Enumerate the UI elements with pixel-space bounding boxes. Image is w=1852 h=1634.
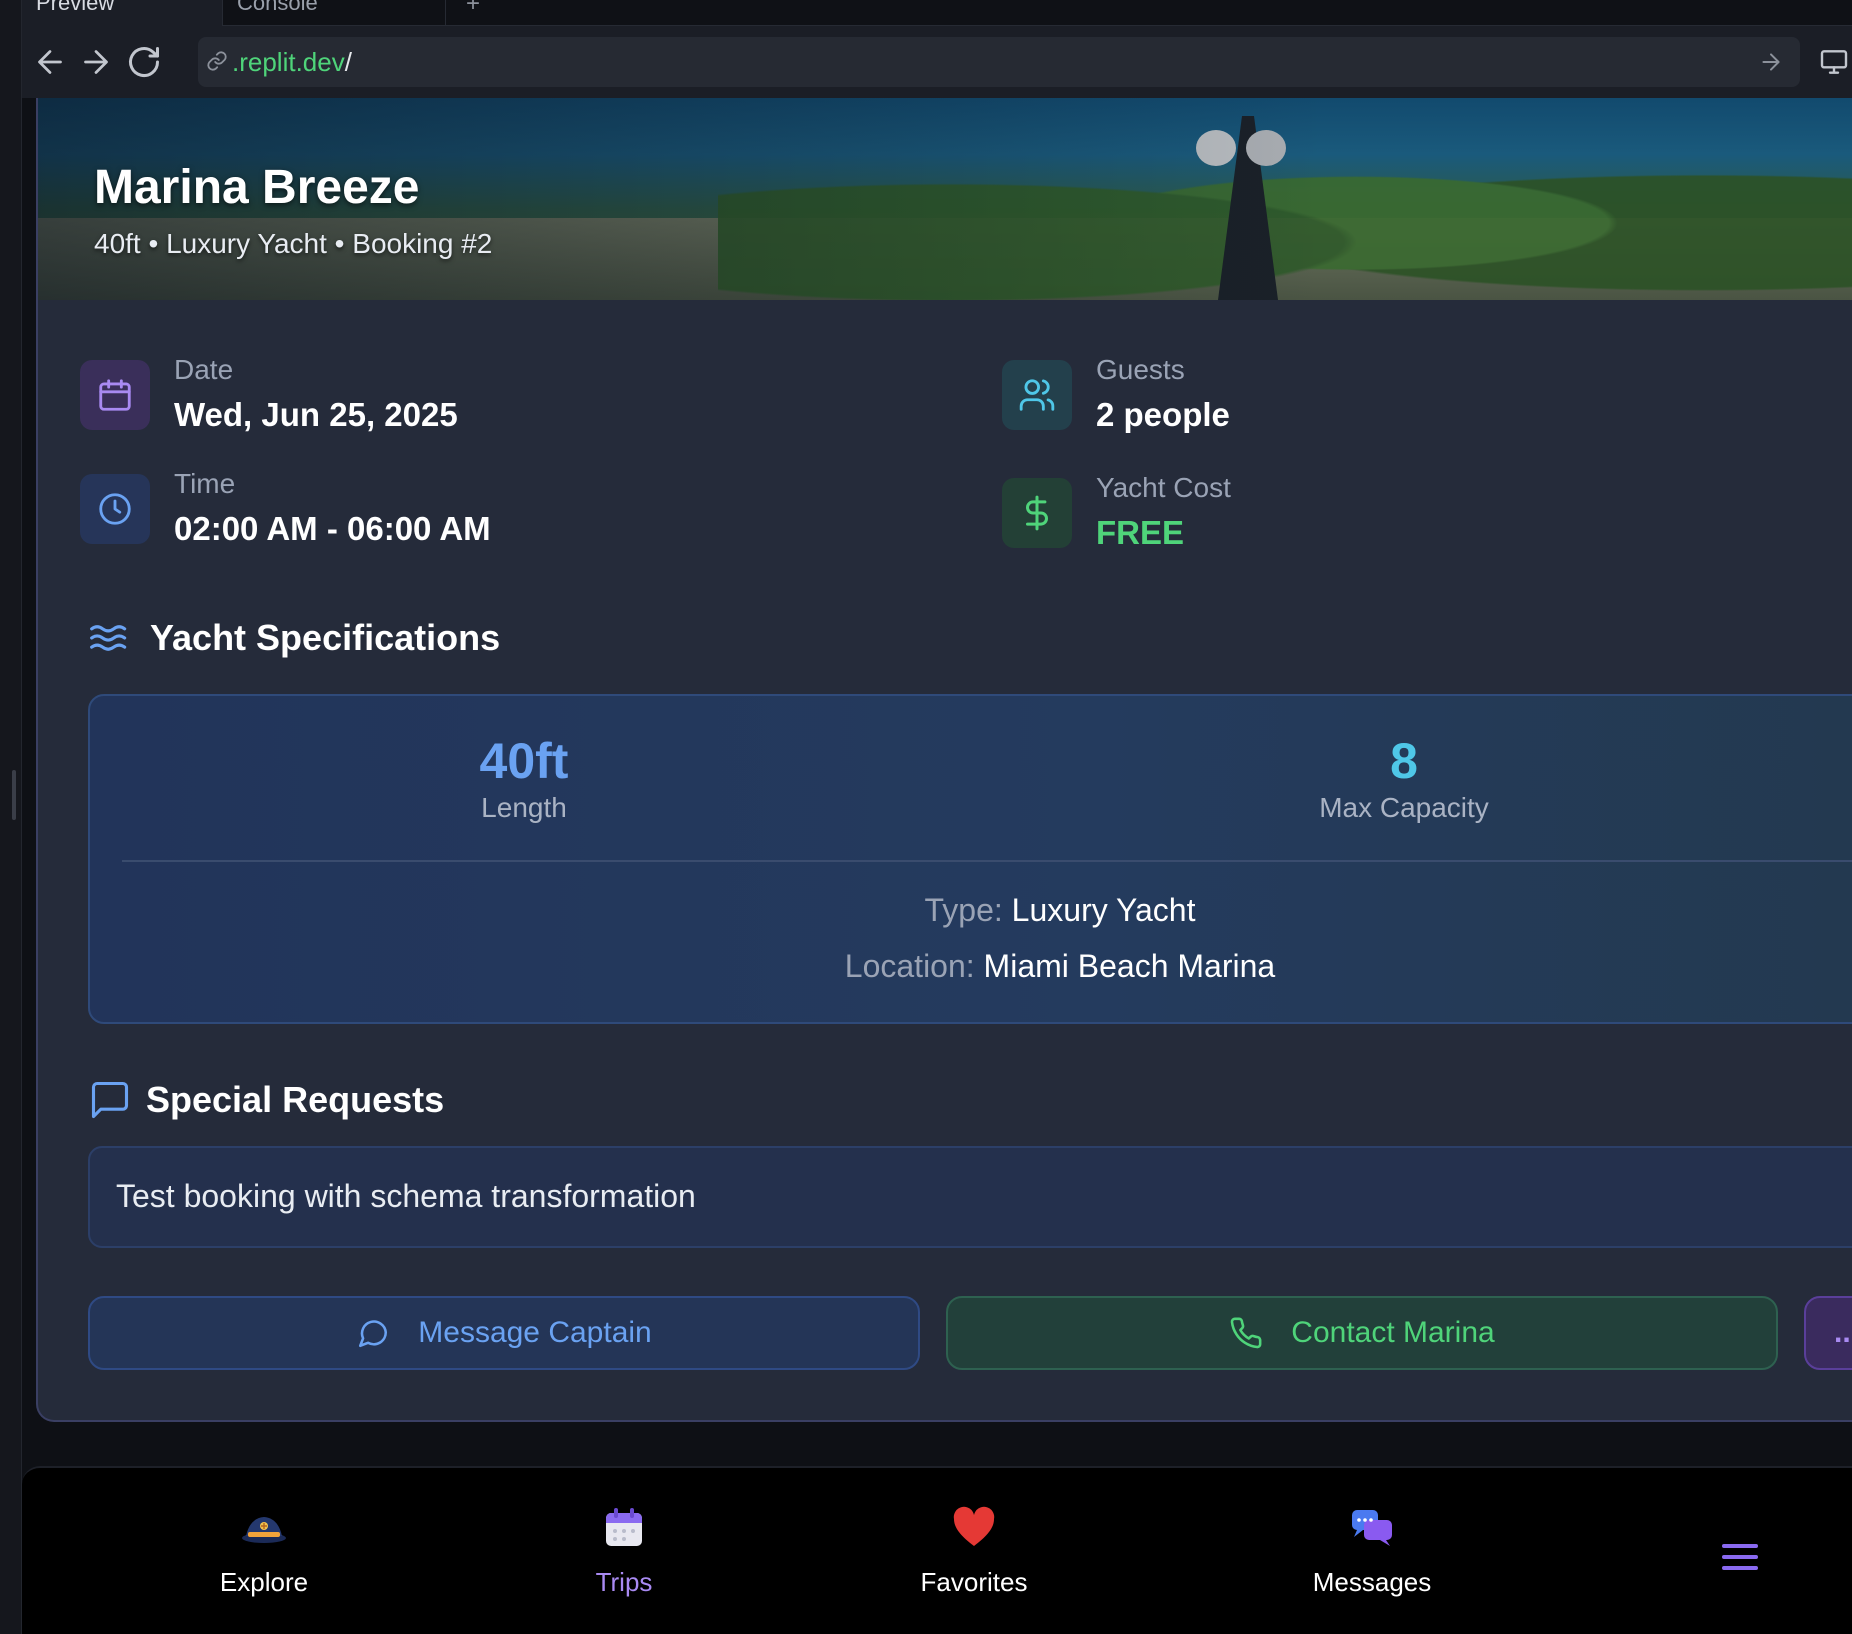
special-requests-box: Test booking with schema transformation: [88, 1146, 1852, 1248]
dollar-icon: [1002, 478, 1072, 548]
capacity-stat: 8 Max Capacity: [1204, 732, 1604, 824]
go-button[interactable]: [1758, 49, 1784, 75]
message-captain-button[interactable]: Message Captain: [88, 1296, 920, 1370]
length-stat: 40ft Length: [324, 732, 724, 824]
requests-heading: Special Requests: [88, 1078, 444, 1122]
tab-preview[interactable]: Preview: [22, 0, 222, 26]
nav-trips-label: Trips: [595, 1567, 653, 1597]
yacht-location: Location: Miami Beach Marina: [844, 948, 1276, 984]
hamburger-menu-icon: [1722, 1544, 1758, 1570]
nav-messages[interactable]: Messages: [1272, 1504, 1472, 1598]
booking-card: Marina Breeze 40ft • Luxury Yacht • Book…: [36, 98, 1852, 1422]
cost-value: FREE: [1096, 514, 1185, 551]
tab-preview-label: Preview: [36, 0, 115, 15]
specs-title: Yacht Specifications: [150, 617, 501, 658]
date-label: Date: [174, 354, 234, 385]
special-requests-text: Test booking with schema transformation: [116, 1178, 696, 1214]
hamburger-menu-button[interactable]: [1718, 1540, 1762, 1574]
guests-label: Guests: [1096, 354, 1185, 385]
message-square-icon: [91, 1081, 129, 1119]
waves-icon: [90, 625, 127, 651]
nav-explore-label: Explore: [219, 1567, 309, 1597]
tab-console[interactable]: Console: [222, 0, 446, 26]
message-captain-label: Message Captain: [418, 1316, 652, 1349]
captain-hat-icon: [242, 1517, 286, 1543]
nav-favorites[interactable]: Favorites: [874, 1504, 1074, 1598]
requests-title: Special Requests: [146, 1079, 445, 1120]
device-preview-button[interactable]: [1818, 46, 1850, 78]
browser-tab-bar: Preview Console +: [22, 0, 1852, 26]
nav-explore[interactable]: Explore: [164, 1504, 364, 1598]
monitor-icon: [1820, 50, 1848, 74]
more-icon: ...: [1834, 1316, 1852, 1349]
link-icon: [207, 51, 227, 71]
resize-handle[interactable]: [12, 770, 16, 820]
time-value: 02:00 AM - 06:00 AM: [174, 510, 491, 547]
cost-label: Yacht Cost: [1096, 472, 1231, 503]
arrow-right-icon: [1762, 53, 1780, 71]
url-text: .replit.dev/: [232, 47, 352, 77]
screen: Preview Console + .replit.dev/ Marina Br…: [0, 0, 1852, 1634]
arrow-right-icon: [84, 50, 108, 74]
yacht-specs-panel: 40ft Length 8 Max Capacity Type: Luxury …: [88, 694, 1852, 1024]
length-label: Length: [481, 792, 567, 823]
bottom-navigation: Explore Trips Favorites Messages: [22, 1466, 1852, 1634]
divider: [122, 860, 1852, 862]
date-value: Wed, Jun 25, 2025: [174, 396, 458, 433]
nav-trips[interactable]: Trips: [524, 1504, 724, 1598]
reload-icon: [129, 47, 159, 78]
yacht-type: Type: Luxury Yacht: [924, 892, 1196, 928]
more-options-button[interactable]: ...: [1804, 1296, 1852, 1370]
length-value: 40ft: [479, 733, 569, 789]
yacht-hero-image: Marina Breeze 40ft • Luxury Yacht • Book…: [38, 98, 1852, 300]
capacity-label: Max Capacity: [1319, 792, 1489, 823]
guests-value: 2 people: [1096, 396, 1230, 433]
specs-heading: Yacht Specifications: [88, 616, 500, 660]
message-circle-icon: [359, 1320, 388, 1348]
calendar-icon: [606, 1508, 642, 1546]
clock-icon: [80, 474, 150, 544]
arrow-left-icon: [38, 50, 62, 74]
left-panel-strip: [0, 0, 22, 1634]
add-tab-button[interactable]: +: [466, 0, 480, 18]
contact-marina-label: Contact Marina: [1291, 1316, 1495, 1349]
nav-favorites-label: Favorites: [920, 1567, 1028, 1597]
time-label: Time: [174, 468, 236, 499]
url-bar[interactable]: .replit.dev/: [198, 37, 1800, 87]
chat-bubbles-icon: [1352, 1510, 1392, 1546]
nav-messages-label: Messages: [1312, 1567, 1432, 1597]
tab-console-label: Console: [237, 0, 318, 15]
heart-icon: [953, 1506, 995, 1546]
browser-toolbar: .replit.dev/: [22, 26, 1852, 98]
contact-marina-button[interactable]: Contact Marina: [946, 1296, 1778, 1370]
reload-button[interactable]: [126, 44, 162, 80]
forward-button[interactable]: [78, 44, 114, 80]
capacity-value: 8: [1390, 733, 1418, 789]
phone-icon: [1230, 1317, 1262, 1349]
yacht-subtitle: 40ft • Luxury Yacht • Booking #2: [94, 228, 493, 259]
users-icon: [1002, 360, 1072, 430]
page-viewport: Marina Breeze 40ft • Luxury Yacht • Book…: [22, 98, 1852, 1634]
yacht-name: Marina Breeze: [94, 161, 420, 214]
calendar-icon: [80, 360, 150, 430]
back-button[interactable]: [32, 44, 68, 80]
